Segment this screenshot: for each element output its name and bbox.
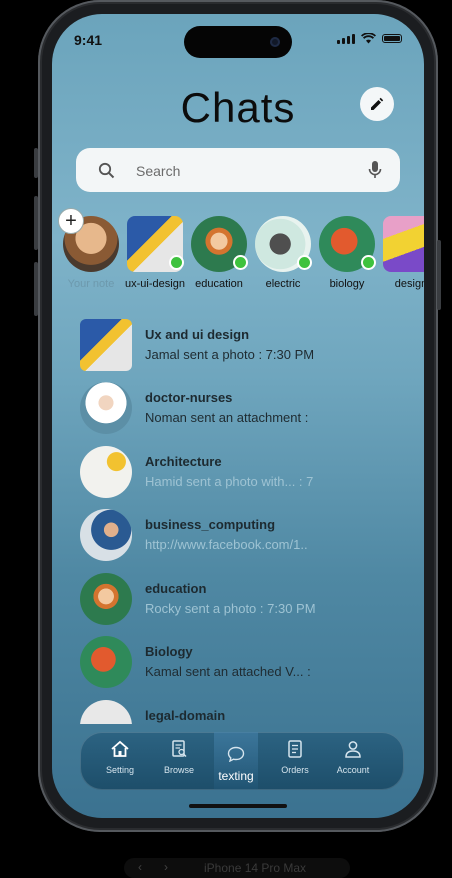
chat-name: doctor-nurses bbox=[145, 390, 233, 405]
chat-avatar bbox=[80, 382, 132, 434]
chat-name: business_computing bbox=[145, 517, 276, 532]
document-search-icon bbox=[172, 740, 187, 757]
chat-row[interactable]: Biology Kamal sent an attached V... : bbox=[80, 636, 400, 692]
chat-row[interactable]: Architecture Hamid sent a photo with... … bbox=[80, 446, 400, 502]
signal-icon bbox=[337, 33, 355, 44]
receipt-icon bbox=[288, 740, 302, 758]
story-design[interactable]: design bbox=[378, 216, 424, 290]
chat-avatar bbox=[80, 446, 132, 498]
device-caption: iPhone 14 Pro Max bbox=[204, 861, 307, 875]
chat-row[interactable]: doctor-nurses Noman sent an attachment : bbox=[80, 382, 400, 438]
camera-icon bbox=[270, 37, 280, 47]
chat-row[interactable]: education Rocky sent a photo : 7:30 PM bbox=[80, 573, 400, 629]
chat-avatar bbox=[80, 319, 132, 371]
chevron-right-icon: › bbox=[164, 860, 168, 874]
tab-label: texting bbox=[218, 769, 254, 783]
tab-account[interactable]: Account bbox=[328, 740, 378, 775]
tab-label: Account bbox=[336, 765, 370, 775]
mute-switch bbox=[34, 148, 38, 178]
status-icons bbox=[337, 33, 402, 44]
chat-preview: Hamid sent a photo with... : 7 bbox=[145, 474, 314, 489]
online-indicator bbox=[233, 255, 248, 270]
chat-name: Biology bbox=[145, 644, 193, 659]
chat-preview: Rocky sent a photo : 7:30 PM bbox=[145, 601, 316, 616]
tab-label: Orders bbox=[281, 765, 309, 775]
chat-row[interactable]: legal-domain bbox=[80, 700, 400, 724]
tab-label: Setting bbox=[105, 765, 135, 775]
stories-row: + Your note ux-ui-design education elect… bbox=[58, 208, 424, 306]
chat-name: legal-domain bbox=[145, 708, 226, 723]
avatar bbox=[191, 216, 248, 272]
search-input[interactable] bbox=[134, 160, 358, 182]
story-label: ux-ui-design bbox=[125, 278, 185, 290]
story-label: education bbox=[195, 278, 243, 290]
wifi-icon bbox=[361, 33, 376, 44]
volume-down-button bbox=[34, 262, 38, 316]
chat-avatar bbox=[80, 700, 132, 724]
home-icon bbox=[111, 740, 129, 757]
story-label: design bbox=[394, 278, 424, 290]
microphone-icon[interactable] bbox=[368, 160, 382, 180]
add-note-icon[interactable]: + bbox=[58, 208, 84, 234]
chat-preview: Jamal sent a photo : 7:30 PM bbox=[145, 347, 315, 362]
tab-setting[interactable]: Setting bbox=[95, 740, 145, 775]
screen: 9:41 Chats + Your note ux-ui-design educ… bbox=[52, 14, 424, 818]
chat-preview: Kamal sent an attached V... : bbox=[145, 664, 311, 679]
volume-up-button bbox=[34, 196, 38, 250]
tab-texting[interactable]: texting bbox=[211, 746, 261, 783]
story-education[interactable]: education bbox=[186, 216, 252, 290]
chat-row[interactable]: business_computing http://www.facebook.c… bbox=[80, 509, 400, 565]
story-label: biology bbox=[329, 278, 365, 290]
power-button bbox=[437, 240, 441, 310]
home-indicator[interactable] bbox=[189, 804, 287, 808]
chat-name: Architecture bbox=[145, 454, 222, 469]
chevron-left-icon: ‹ bbox=[138, 860, 142, 874]
story-biology[interactable]: biology bbox=[314, 216, 380, 290]
chat-row[interactable]: Ux and ui design Jamal sent a photo : 7:… bbox=[80, 319, 400, 375]
tab-label: Browse bbox=[163, 765, 194, 775]
story-label: electric bbox=[265, 278, 301, 290]
online-indicator bbox=[169, 255, 184, 270]
pencil-icon bbox=[371, 97, 384, 110]
tab-bar: Setting Browse texting Orders Account bbox=[80, 732, 404, 790]
chat-avatar bbox=[80, 573, 132, 625]
story-ux-ui-design[interactable]: ux-ui-design bbox=[122, 216, 188, 290]
online-indicator bbox=[361, 255, 376, 270]
avatar bbox=[255, 216, 312, 272]
search-bar bbox=[76, 148, 400, 192]
search-icon bbox=[98, 162, 115, 179]
story-your-note[interactable]: + Your note bbox=[58, 208, 124, 290]
user-icon bbox=[345, 741, 361, 758]
story-electric[interactable]: electric bbox=[250, 216, 316, 290]
compose-button[interactable] bbox=[360, 87, 394, 121]
chat-preview: http://www.facebook.com/1.. bbox=[145, 537, 308, 552]
tab-browse[interactable]: Browse bbox=[154, 740, 204, 775]
chat-list: Ux and ui design Jamal sent a photo : 7:… bbox=[80, 319, 400, 724]
chat-preview: Noman sent an attachment : bbox=[145, 410, 309, 425]
avatar bbox=[383, 216, 424, 272]
battery-icon bbox=[382, 34, 402, 43]
online-indicator bbox=[297, 255, 312, 270]
avatar bbox=[319, 216, 376, 272]
chat-avatar bbox=[80, 636, 132, 688]
chat-bubble-icon bbox=[227, 746, 245, 763]
dynamic-island bbox=[184, 26, 292, 58]
story-label: Your note bbox=[67, 278, 115, 290]
device-caption-bar: ‹ › iPhone 14 Pro Max bbox=[124, 858, 350, 878]
chat-name: Ux and ui design bbox=[145, 327, 250, 342]
status-time: 9:41 bbox=[74, 32, 103, 48]
chat-avatar bbox=[80, 509, 132, 561]
avatar bbox=[127, 216, 184, 272]
tab-orders[interactable]: Orders bbox=[270, 740, 320, 775]
chat-name: education bbox=[145, 581, 207, 596]
